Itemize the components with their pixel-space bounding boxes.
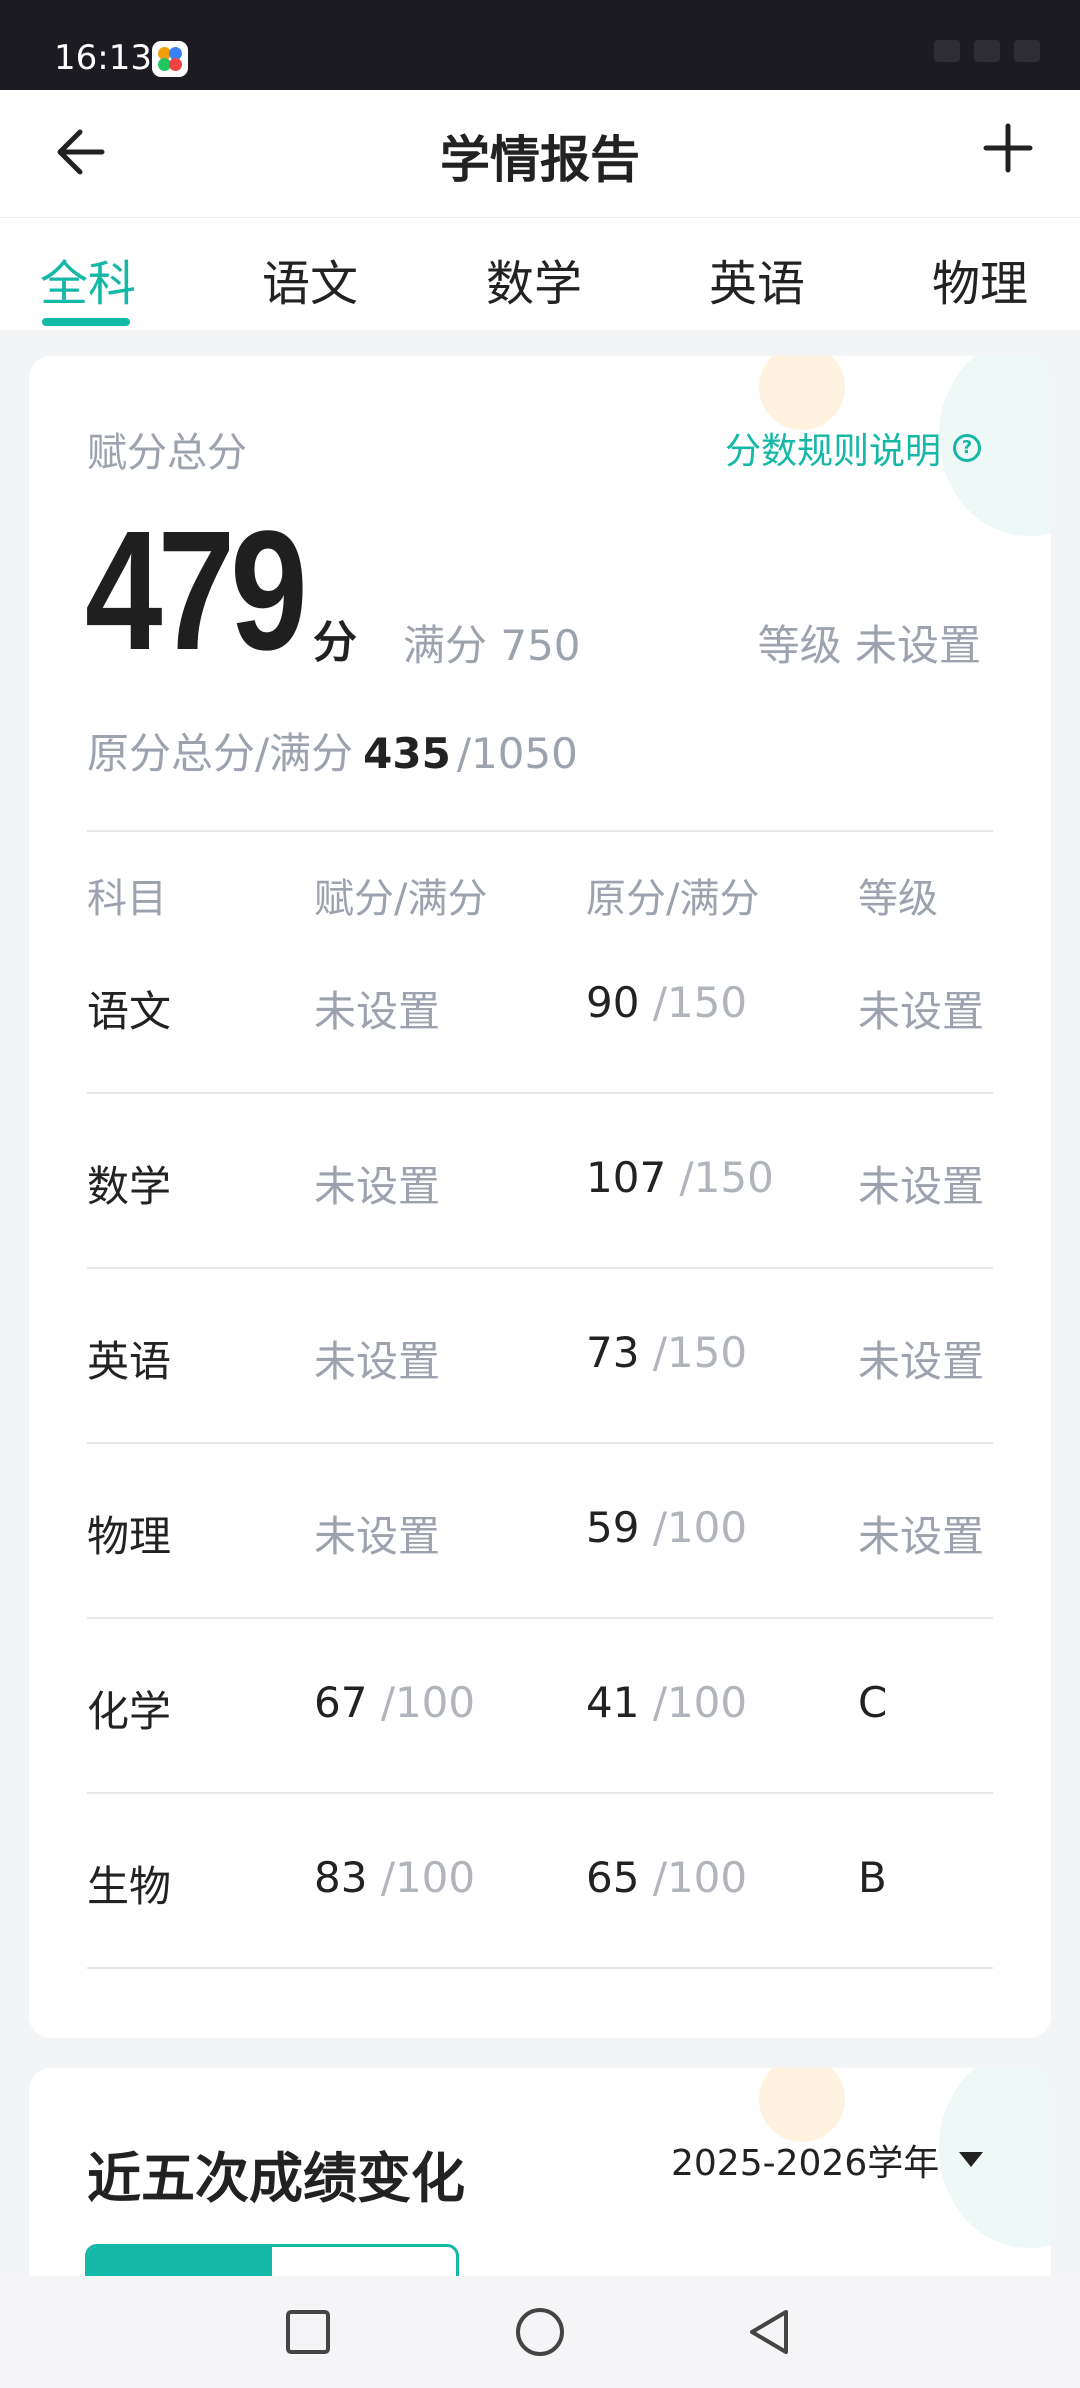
score-unit: 分 (313, 617, 357, 668)
row-grade: C (858, 1678, 888, 1727)
full-score: 满分 750 (403, 621, 581, 670)
status-time: 16:13 (54, 38, 152, 78)
row-raw: 73 /150 (586, 1328, 748, 1377)
row-grade: 未设置 (858, 1337, 985, 1386)
plus-icon (983, 123, 1033, 173)
raw-total-line: 原分总分/满分 435/1050 (87, 720, 578, 781)
row-assigned: 未设置 (314, 987, 441, 1036)
decoration (759, 356, 845, 430)
divider (87, 1792, 993, 1794)
add-button[interactable] (978, 118, 1038, 178)
divider (87, 830, 993, 832)
system-nav-bar (0, 2276, 1080, 2388)
row-subject: 物理 (87, 1512, 172, 1561)
square-icon[interactable] (284, 2308, 332, 2356)
top-navbar: 学情报告 (0, 90, 1080, 218)
row-grade: 未设置 (858, 987, 985, 1036)
signal-icon (934, 40, 960, 62)
row-raw: 107 /150 (586, 1153, 774, 1202)
active-tab-indicator (42, 318, 130, 326)
row-grade: 未设置 (858, 1162, 985, 1211)
total-grade: 等级 未设置 (757, 621, 981, 670)
tab-all[interactable]: 全科 (40, 244, 136, 314)
raw-total-score: 435 (363, 729, 451, 778)
page-title: 学情报告 (440, 131, 640, 189)
table-header-assigned: 赋分/满分 (314, 876, 488, 922)
row-assigned: 未设置 (314, 1337, 441, 1386)
total-score: 479 (85, 496, 308, 686)
decoration (939, 2068, 1051, 2248)
status-icons (934, 40, 1040, 62)
row-grade: B (858, 1853, 887, 1902)
decoration (759, 2068, 845, 2142)
status-bar: 16:13 (0, 0, 1080, 90)
row-subject: 英语 (87, 1337, 172, 1386)
row-grade: 未设置 (858, 1512, 985, 1561)
row-assigned: 83 /100 (314, 1853, 476, 1902)
tab-math[interactable]: 数学 (486, 244, 582, 314)
divider (87, 1442, 993, 1444)
row-assigned: 未设置 (314, 1512, 441, 1561)
raw-total-label: 原分总分/满分 (87, 729, 354, 778)
row-raw: 41 /100 (586, 1678, 748, 1727)
triangle-left-icon[interactable] (744, 2306, 794, 2358)
table-header-grade: 等级 (858, 876, 938, 922)
app-notification-icon (152, 41, 188, 77)
row-raw: 90 /150 (586, 978, 748, 1027)
triangle-down-icon[interactable] (959, 2152, 983, 2167)
tab-chinese[interactable]: 语文 (262, 244, 358, 314)
total-score-label: 赋分总分 (87, 430, 247, 476)
row-raw: 59 /100 (586, 1503, 748, 1552)
divider (87, 1092, 993, 1094)
row-raw: 65 /100 (586, 1853, 748, 1902)
raw-total-full: /1050 (456, 729, 578, 778)
row-subject: 生物 (87, 1862, 172, 1911)
trend-title: 近五次成绩变化 (87, 2147, 465, 2210)
row-assigned: 未设置 (314, 1162, 441, 1211)
row-subject: 化学 (87, 1687, 172, 1736)
row-assigned: 67 /100 (314, 1678, 476, 1727)
table-header-subject: 科目 (87, 876, 167, 922)
score-card: 赋分总分 分数规则说明 ? 479 分 满分 750 等级 未设置 原分总分/满… (29, 356, 1051, 2038)
subject-tabs: 全科 语文 数学 英语 物理 (0, 218, 1080, 330)
divider (87, 1967, 993, 1969)
question-circle-icon[interactable]: ? (953, 434, 981, 462)
circle-icon[interactable] (514, 2306, 566, 2358)
row-subject: 语文 (87, 987, 172, 1036)
row-subject: 数学 (87, 1162, 172, 1211)
school-year-select[interactable]: 2025-2026学年 (671, 2134, 939, 2186)
tab-english[interactable]: 英语 (709, 244, 805, 314)
tab-physics[interactable]: 物理 (932, 244, 1028, 314)
divider (87, 1617, 993, 1619)
divider (87, 1267, 993, 1269)
table-header-raw: 原分/满分 (586, 876, 760, 922)
wifi-icon (974, 40, 1000, 62)
score-rules-link[interactable]: 分数规则说明 (725, 422, 941, 474)
battery-icon (1014, 40, 1040, 62)
